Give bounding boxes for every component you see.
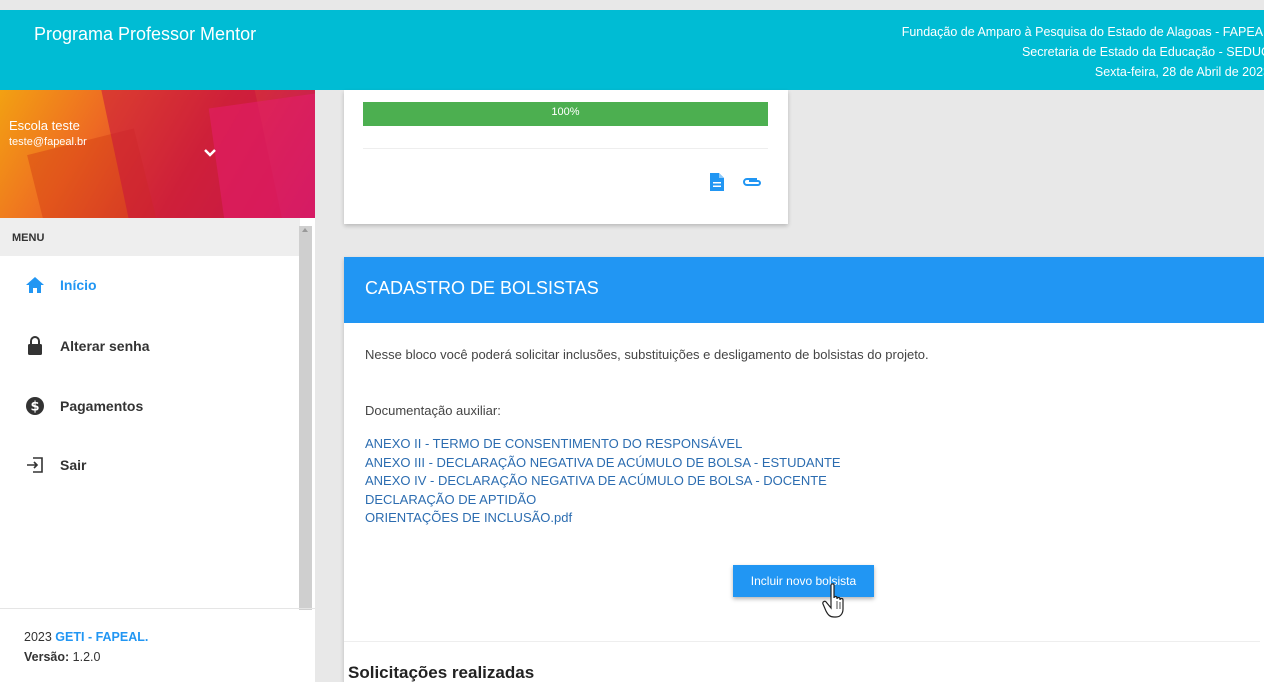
document-icon[interactable] (710, 173, 724, 191)
doc-links: ANEXO II - TERMO DE CONSENTIMENTO DO RES… (365, 435, 841, 528)
menu-header: MENU (0, 218, 300, 256)
sidebar-item-label: Alterar senha (60, 338, 150, 354)
sidebar-item-inicio[interactable]: Início (0, 265, 300, 305)
attachment-icon[interactable] (742, 176, 762, 188)
doc-link-anexo-iii[interactable]: ANEXO III - DECLARAÇÃO NEGATIVA DE ACÚMU… (365, 454, 841, 473)
current-date: Sexta-feira, 28 de Abril de 2023 (1094, 65, 1264, 79)
footer-year: 2023 (24, 630, 52, 644)
sidebar-item-alterar-senha[interactable]: Alterar senha (0, 326, 300, 366)
progress-card: 100% (344, 90, 788, 224)
card-description: Nesse bloco você poderá solicitar inclus… (365, 347, 929, 362)
version-number: 1.2.0 (72, 650, 101, 664)
sidebar-scrollbar[interactable] (299, 226, 312, 610)
sidebar: Escola teste teste@fapeal.br MENU Início… (0, 90, 315, 682)
doc-label: Documentação auxiliar: (365, 403, 501, 418)
sidebar-footer: 2023 GETI - FAPEAL. Versão: 1.2.0 (0, 608, 315, 667)
divider (344, 641, 1260, 642)
doc-link-aptidao[interactable]: DECLARAÇÃO DE APTIDÃO (365, 491, 841, 510)
chevron-down-icon[interactable] (203, 146, 217, 160)
header-info: Fundação de Amparo à Pesquisa do Estado … (902, 22, 1264, 82)
footer-link[interactable]: GETI - FAPEAL. (55, 630, 148, 644)
user-profile: Escola teste teste@fapeal.br (0, 90, 315, 218)
hand-cursor-icon (822, 583, 844, 618)
doc-link-orientacoes[interactable]: ORIENTAÇÕES DE INCLUSÃO.pdf (365, 509, 841, 528)
top-bar: Programa Professor Mentor Fundação de Am… (0, 10, 1264, 90)
user-email: teste@fapeal.br (9, 136, 87, 148)
user-name: Escola teste (9, 118, 80, 133)
lock-icon (25, 336, 45, 356)
sidebar-item-label: Início (60, 277, 97, 293)
sidebar-item-sair[interactable]: Sair (0, 445, 300, 485)
requests-section-title: Solicitações realizadas (348, 663, 535, 682)
home-icon (25, 275, 45, 295)
doc-link-anexo-ii[interactable]: ANEXO II - TERMO DE CONSENTIMENTO DO RES… (365, 435, 841, 454)
dept-name: Secretaria de Estado da Educação - SEDUC (1021, 45, 1264, 59)
version-label: Versão: (24, 650, 70, 664)
doc-link-anexo-iv[interactable]: ANEXO IV - DECLARAÇÃO NEGATIVA DE ACÚMUL… (365, 472, 841, 491)
svg-text:$: $ (30, 400, 39, 415)
app-title: Programa Professor Mentor (34, 24, 257, 44)
card-title: CADASTRO DE BOLSISTAS (344, 257, 1264, 323)
divider (363, 148, 768, 149)
sidebar-item-label: Sair (60, 457, 87, 473)
bolsistas-card: CADASTRO DE BOLSISTAS Nesse bloco você p… (344, 257, 1264, 682)
sidebar-item-pagamentos[interactable]: $ Pagamentos (0, 386, 300, 426)
add-bolsista-button[interactable]: Incluir novo bolsista (733, 565, 874, 597)
logout-icon (25, 455, 45, 475)
scroll-up-arrow-icon[interactable] (302, 228, 308, 232)
sidebar-item-label: Pagamentos (60, 398, 144, 414)
progress-bar: 100% (363, 102, 768, 126)
org-name: Fundação de Amparo à Pesquisa do Estado … (901, 25, 1264, 39)
dollar-circle-icon: $ (25, 396, 45, 416)
